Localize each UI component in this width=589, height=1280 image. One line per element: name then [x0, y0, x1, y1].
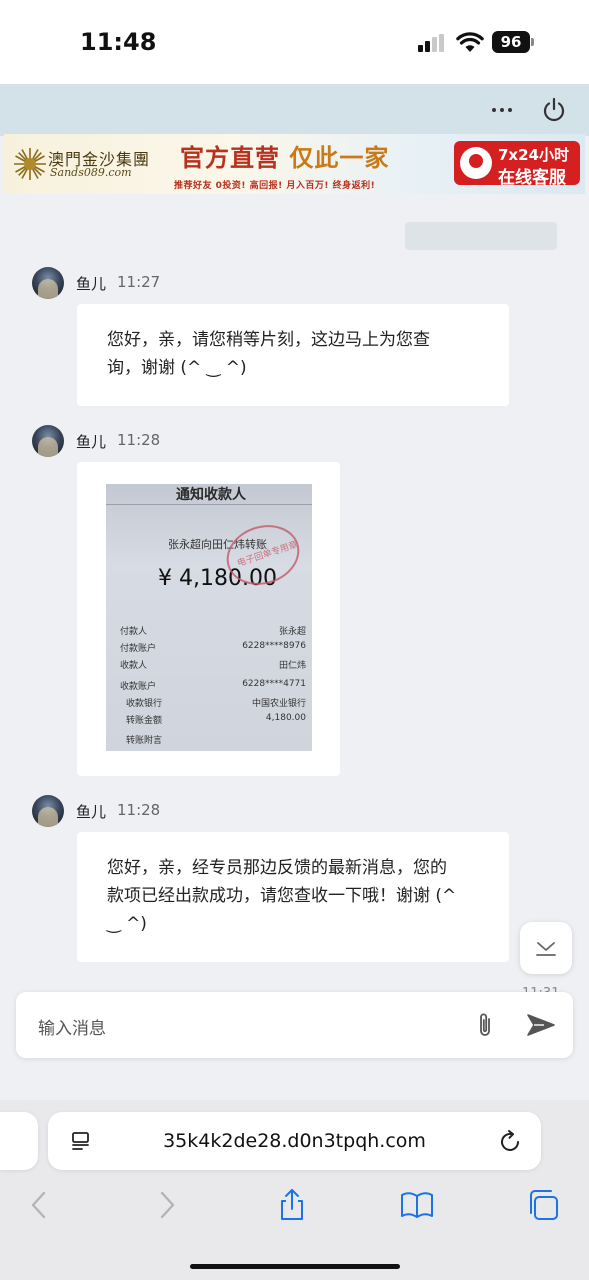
sender-name: 鱼儿 — [76, 275, 107, 293]
bookmarks-icon[interactable] — [400, 1188, 434, 1222]
receipt-row: 付款人 张永超 — [120, 624, 306, 640]
headset-icon — [460, 147, 492, 179]
avatar[interactable] — [32, 425, 64, 457]
receipt-stamp-text: 电子回单专用章 — [236, 540, 300, 570]
message-bubble: 您好，亲，经专员那边反馈的最新消息，您的 款项已经出款成功，请您查收一下哦！谢谢… — [77, 832, 509, 962]
status-time: 11:48 — [80, 28, 157, 56]
receipt-value: 6228****8976 — [242, 641, 306, 651]
promo-banner[interactable]: 澳門金沙集團 Sands089.com 官方直营 仅此一家 推荐好友 0投资! … — [4, 134, 585, 194]
own-message-bubble — [405, 222, 557, 250]
message-line: 询，谢谢 (^ ‿ ^) — [107, 358, 247, 378]
receipt-value: 田仁炜 — [278, 661, 306, 671]
message-time: 11:27 — [117, 273, 161, 291]
receipt-title: 通知收款人 — [176, 487, 246, 503]
message-header: 鱼儿 11:28 — [32, 795, 232, 827]
receipt-row: 转账附言 — [120, 733, 306, 749]
receipt-value: 6228****4771 — [242, 679, 306, 689]
message-line: ‿ ^) — [107, 914, 147, 934]
receipt-value: 张永超 — [278, 627, 306, 637]
message-header: 鱼儿 11:27 — [32, 267, 232, 299]
back-icon[interactable] — [22, 1188, 56, 1222]
paperclip-icon[interactable] — [474, 1010, 496, 1040]
battery-icon: 96 — [492, 31, 534, 53]
message-line: 您好，亲，请您稍等片刻，这边马上为您查 — [107, 330, 430, 350]
message-line: 款项已经出款成功，请您查收一下哦！谢谢 (^ — [107, 886, 457, 906]
sender-name: 鱼儿 — [76, 433, 107, 451]
scroll-down-button[interactable] — [520, 922, 572, 974]
receipt-label: 付款账户 — [120, 644, 157, 654]
scroll-down-icon — [536, 942, 556, 956]
send-icon[interactable] — [526, 1012, 556, 1038]
avatar[interactable] — [32, 267, 64, 299]
avatar[interactable] — [32, 795, 64, 827]
banner-subline: 推荐好友 0投资! 高回报! 月入百万! 终身返利! — [174, 181, 376, 191]
message-input-bar: 输入消息 — [16, 992, 573, 1058]
message-input[interactable]: 输入消息 — [38, 1014, 106, 1039]
banner-slogan-part1: 官方直营 — [180, 143, 280, 172]
reload-icon[interactable] — [498, 1128, 524, 1154]
address-bar[interactable]: 35k4k2de28.d0n3tpqh.com — [48, 1112, 541, 1170]
message-time: 11:28 — [117, 801, 161, 819]
receipt-row: 收款账户 6228****4771 — [120, 679, 306, 695]
receipt-label: 收款人 — [120, 661, 148, 671]
previous-tab-peek[interactable] — [0, 1112, 38, 1170]
more-icon[interactable] — [488, 96, 516, 124]
message-header: 鱼儿 11:28 — [32, 425, 232, 457]
battery-level: 96 — [492, 31, 530, 53]
status-bar: 11:48 96 — [0, 0, 589, 84]
banner-slogan-part2: 仅此一家 — [289, 143, 390, 172]
home-indicator — [190, 1264, 400, 1269]
cellular-signal-icon — [418, 34, 448, 52]
receipt-value: 中国农业银行 — [251, 699, 306, 709]
sunburst-logo-icon — [14, 148, 46, 180]
customer-service-button[interactable]: 7x24小时 在线客服 — [454, 141, 580, 188]
receipt-label: 转账金额 — [126, 716, 163, 726]
chat-header — [0, 84, 589, 136]
receipt-row: 转账金额 4,180.00 — [120, 713, 306, 729]
service-label: 在线客服 — [498, 168, 566, 188]
service-hours: 7x24小时 — [498, 146, 569, 164]
forward-icon[interactable] — [150, 1188, 184, 1222]
message-line: 您好，亲，经专员那边反馈的最新消息，您的 — [107, 858, 447, 878]
receipt-value: 4,180.00 — [265, 713, 306, 723]
receipt-row: 收款银行 中国农业银行 — [120, 696, 306, 712]
url-text: 35k4k2de28.d0n3tpqh.com — [163, 1130, 426, 1152]
sender-name: 鱼儿 — [76, 803, 107, 821]
transfer-receipt-image[interactable]: 通知收款人 张永超向田仁炜转账 ¥ 4,180.00 电子回单专用章 付款人 张… — [106, 484, 312, 751]
wifi-icon — [456, 32, 484, 52]
banner-logo-sub: Sands089.com — [50, 166, 132, 179]
message-bubble: 您好，亲，请您稍等片刻，这边马上为您查 询，谢谢 (^ ‿ ^) — [77, 304, 509, 406]
share-icon[interactable] — [275, 1188, 309, 1222]
receipt-label: 付款人 — [120, 627, 148, 637]
power-icon[interactable] — [540, 96, 568, 124]
message-time: 11:28 — [117, 431, 161, 449]
receipt-label: 转账附言 — [126, 736, 163, 746]
receipt-label: 收款银行 — [126, 699, 163, 709]
tabs-icon[interactable] — [526, 1188, 560, 1222]
receipt-row: 收款人 田仁炜 — [120, 658, 306, 674]
banner-slogan: 官方直营 仅此一家 — [180, 138, 389, 173]
receipt-row: 付款账户 6228****8976 — [120, 641, 306, 657]
receipt-label: 收款账户 — [120, 682, 157, 692]
